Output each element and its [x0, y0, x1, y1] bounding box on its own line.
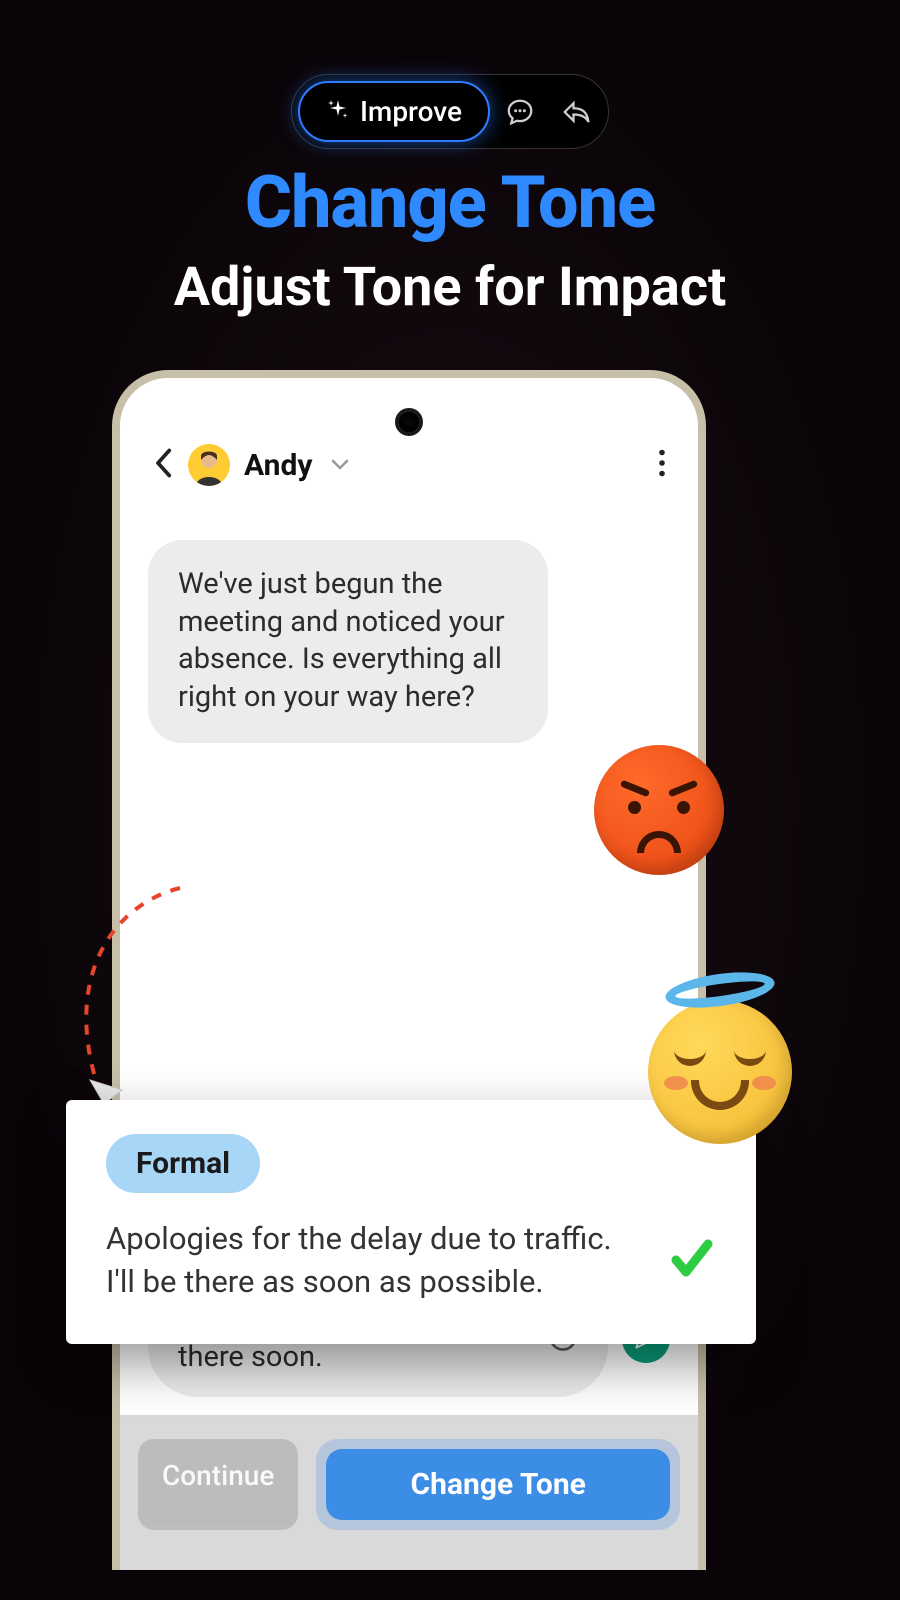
checkmark-icon: [668, 1234, 716, 1282]
accept-suggestion-button[interactable]: [668, 1234, 716, 1286]
suggestion-card: Formal Apologies for the delay due to tr…: [66, 1100, 756, 1344]
contact-name[interactable]: Andy: [244, 448, 313, 483]
phone-frame: Andy We've just begun the meeting and no…: [112, 370, 706, 1570]
phone-screen: Andy We've just begun the meeting and no…: [120, 378, 698, 1570]
chevron-down-icon: [331, 459, 349, 471]
reply-arrow-button[interactable]: [550, 86, 602, 138]
chat-bubble-icon: [505, 97, 535, 127]
change-tone-highlight: Change Tone: [316, 1439, 680, 1530]
avatar-person-icon: [188, 444, 230, 486]
chat-bubble-button[interactable]: [494, 86, 546, 138]
camera-dot: [395, 408, 423, 436]
angry-face-icon: [594, 745, 724, 875]
improve-button[interactable]: Improve: [298, 81, 490, 142]
reply-arrow-icon: [561, 97, 591, 127]
incoming-message: We've just begun the meeting and noticed…: [148, 540, 548, 743]
continue-button[interactable]: Continue: [138, 1439, 298, 1530]
headline-subtitle: Adjust Tone for Impact: [0, 256, 900, 319]
kebab-menu-icon: [658, 449, 666, 477]
chat-header: Andy: [120, 378, 698, 500]
sparkle-icon: [326, 98, 350, 126]
change-tone-button[interactable]: Change Tone: [326, 1449, 670, 1520]
more-menu-button[interactable]: [658, 449, 666, 481]
back-button[interactable]: [152, 448, 174, 482]
tone-chip-formal[interactable]: Formal: [106, 1134, 260, 1193]
suggestion-text: Apologies for the delay due to traffic. …: [106, 1217, 648, 1304]
angel-face-icon: [648, 1000, 792, 1144]
contact-dropdown[interactable]: [331, 456, 349, 475]
action-bar: Continue Change Tone: [120, 1415, 698, 1570]
toolbar-pill: Improve: [291, 74, 609, 149]
avatar[interactable]: [188, 444, 230, 486]
headline-title: Change Tone: [0, 160, 900, 245]
improve-label: Improve: [360, 95, 462, 128]
chevron-left-icon: [152, 448, 174, 478]
